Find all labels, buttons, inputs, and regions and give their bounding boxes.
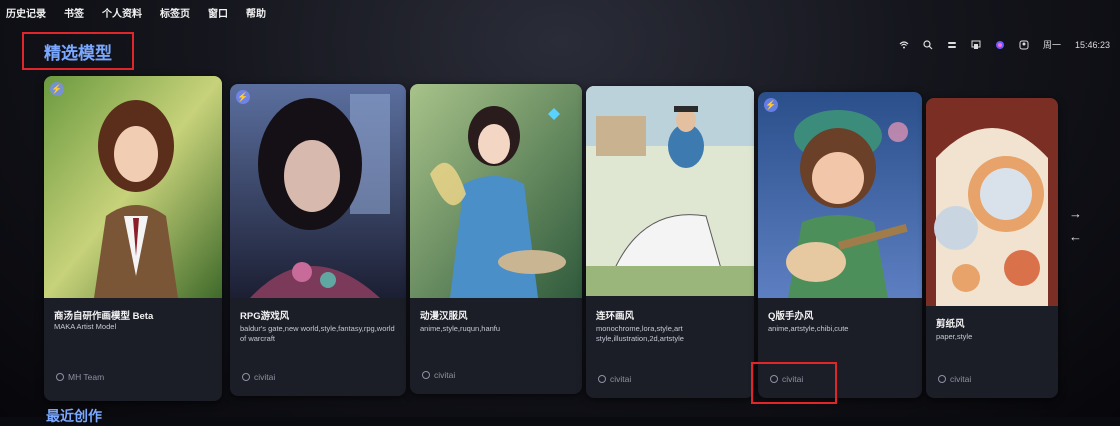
card-author-name: civitai	[610, 374, 632, 384]
card-author: civitai	[242, 372, 275, 382]
menubar: 历史记录 书签 个人资料 标签页 窗口 帮助	[0, 0, 1120, 24]
card-image-anime-girl-forest	[44, 76, 222, 298]
status-weekday: 周一	[1042, 40, 1061, 50]
card-author-name: civitai	[950, 374, 972, 384]
model-card-papercut[interactable]: 剪纸风 paper,style civitai	[926, 98, 1058, 398]
card-author: MH Team	[56, 372, 104, 382]
system-status-bar: 周一 15:46:23	[899, 38, 1110, 51]
card-author: civitai	[938, 374, 971, 384]
carousel-prev-arrow-icon[interactable]: ←	[1069, 229, 1082, 244]
card-tags: monochrome,lora,style,art style,illustra…	[596, 324, 684, 343]
model-card-comic[interactable]: 连环画风 monochrome,lora,style,art style,ill…	[586, 86, 754, 398]
model-card-chibi[interactable]: ⚡ Q版手办风 anime,artstyle,chibi,cute civita…	[758, 92, 922, 398]
screen-mirroring-icon[interactable]	[971, 40, 981, 50]
carousel-next-arrow-icon[interactable]: →	[1069, 206, 1082, 221]
card-title: 连环画风	[596, 311, 635, 322]
model-card-carousel: ⚡ 商汤自研作画模型 Beta MAKA Artist Model MH Tea…	[44, 76, 1064, 401]
card-title: 商汤自研作画模型 Beta	[54, 311, 154, 322]
card-image-dark-fantasy-woman	[230, 84, 406, 298]
featured-models-title-text: 精选模型	[44, 43, 112, 63]
status-clock[interactable]: 15:46:23	[1075, 40, 1110, 50]
wifi-icon[interactable]	[899, 40, 909, 50]
lightning-badge-icon: ⚡	[236, 90, 250, 104]
card-image-paper-quilling-face	[926, 98, 1058, 306]
card-author: civitai	[422, 370, 455, 380]
menu-window[interactable]: 窗口	[208, 5, 228, 20]
menu-bookmarks[interactable]: 书签	[64, 5, 84, 20]
card-image-horseman	[586, 86, 754, 296]
control-center-icon[interactable]	[947, 40, 957, 50]
model-card-rpg[interactable]: ⚡ RPG游戏风 baldur's gate,new world,style,f…	[230, 84, 406, 396]
author-highlight-box	[751, 362, 837, 404]
user-icon	[242, 373, 250, 381]
model-card-maka[interactable]: ⚡ 商汤自研作画模型 Beta MAKA Artist Model MH Tea…	[44, 76, 222, 401]
card-image-chibi-guitar	[758, 92, 922, 298]
menu-help[interactable]: 帮助	[246, 5, 266, 20]
featured-models-title: 精选模型	[22, 32, 134, 70]
user-icon	[938, 375, 946, 383]
card-title: Q版手办风	[768, 311, 814, 322]
user-icon	[422, 371, 430, 379]
card-image-hanfu-girl	[410, 84, 582, 298]
card-author-name: civitai	[434, 370, 456, 380]
card-author-name: civitai	[254, 372, 276, 382]
card-title: 剪纸风	[936, 319, 965, 330]
card-title: 动漫汉服风	[420, 311, 468, 322]
menu-history[interactable]: 历史记录	[6, 5, 46, 20]
siri-icon[interactable]	[995, 40, 1005, 50]
model-card-hanfu[interactable]: 动漫汉服风 anime,style,ruqun,hanfu civitai	[410, 84, 582, 394]
search-icon[interactable]	[923, 39, 933, 50]
menu-tabs[interactable]: 标签页	[160, 5, 190, 20]
card-subtitle: MAKA Artist Model	[54, 322, 117, 331]
user-icon	[56, 373, 64, 381]
user-switch-icon[interactable]	[1019, 40, 1029, 50]
lightning-badge-icon: ⚡	[764, 98, 778, 112]
card-author-name: MH Team	[68, 372, 105, 382]
card-author: civitai	[598, 374, 631, 384]
card-tags: paper,style	[936, 332, 973, 341]
card-title: RPG游戏风	[240, 311, 290, 322]
lightning-badge-icon: ⚡	[50, 82, 64, 96]
menu-profile[interactable]: 个人资料	[102, 5, 142, 20]
card-tags: anime,artstyle,chibi,cute	[768, 324, 849, 333]
recent-creations-heading: 最近创作	[46, 408, 102, 424]
card-tags: baldur's gate,new world,style,fantasy,rp…	[240, 324, 395, 343]
user-icon	[598, 375, 606, 383]
card-tags: anime,style,ruqun,hanfu	[420, 324, 501, 333]
